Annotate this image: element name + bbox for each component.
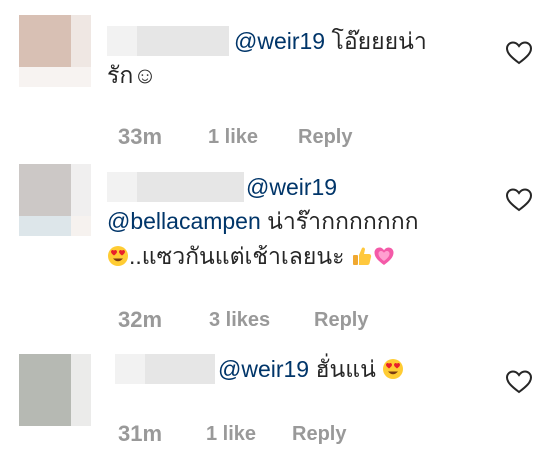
comment-2: @weir19 @bellacampen น่าร๊ากกกกกกก ..แซว…: [0, 150, 550, 340]
comment-text-line: รัก☺: [107, 62, 157, 88]
likes-count[interactable]: 1 like: [208, 121, 258, 153]
comment-text-line: @weir19: [246, 172, 337, 202]
likes-count[interactable]: 1 like: [206, 418, 256, 450]
comment-1: @weir19 โอ๊ยยยน่า รัก☺ 33m 1 like Reply: [0, 0, 550, 150]
timestamp[interactable]: 31m: [118, 421, 162, 446]
timestamp[interactable]: 32m: [118, 307, 162, 332]
heart-icon[interactable]: [506, 41, 532, 65]
mention-link[interactable]: @weir19: [246, 174, 337, 200]
comment-meta: 33m 1 like Reply: [118, 121, 352, 153]
mention-link[interactable]: @bellacampen: [107, 208, 261, 234]
mention-link[interactable]: @weir19: [218, 356, 309, 382]
blurred-username[interactable]: [115, 354, 215, 384]
reply-button[interactable]: Reply: [292, 418, 346, 450]
mention-link[interactable]: @weir19: [234, 28, 325, 54]
heart-icon[interactable]: [506, 188, 532, 212]
comment-3: @weir19 ฮั่นแน่ 31m 1 like Reply: [0, 340, 550, 461]
comment-meta: 32m 3 likes Reply: [118, 304, 368, 336]
heart-icon[interactable]: [506, 370, 532, 394]
comment-text-line: ..แซวกันแต่เช้าเลยนะ: [107, 241, 395, 271]
comment-text-line: @weir19 โอ๊ยยยน่า: [234, 28, 427, 54]
avatar[interactable]: [19, 164, 91, 236]
heart-eyes-emoji: [108, 246, 128, 266]
likes-count[interactable]: 3 likes: [209, 304, 270, 336]
reply-button[interactable]: Reply: [298, 121, 352, 153]
sparkling-heart-emoji: [374, 247, 394, 265]
comment-meta: 31m 1 like Reply: [118, 418, 346, 450]
avatar[interactable]: [19, 15, 91, 87]
blurred-username[interactable]: [107, 172, 244, 202]
avatar[interactable]: [19, 354, 91, 426]
comment-text-line: @weir19 ฮั่นแน่: [218, 354, 404, 384]
timestamp[interactable]: 33m: [118, 124, 162, 149]
blurred-username[interactable]: [107, 26, 229, 56]
thumbs-up-emoji: [352, 247, 371, 265]
comment-text-line: @bellacampen น่าร๊ากกกกกกก: [107, 208, 419, 234]
reply-button[interactable]: Reply: [314, 304, 368, 336]
heart-eyes-emoji: [383, 359, 404, 379]
